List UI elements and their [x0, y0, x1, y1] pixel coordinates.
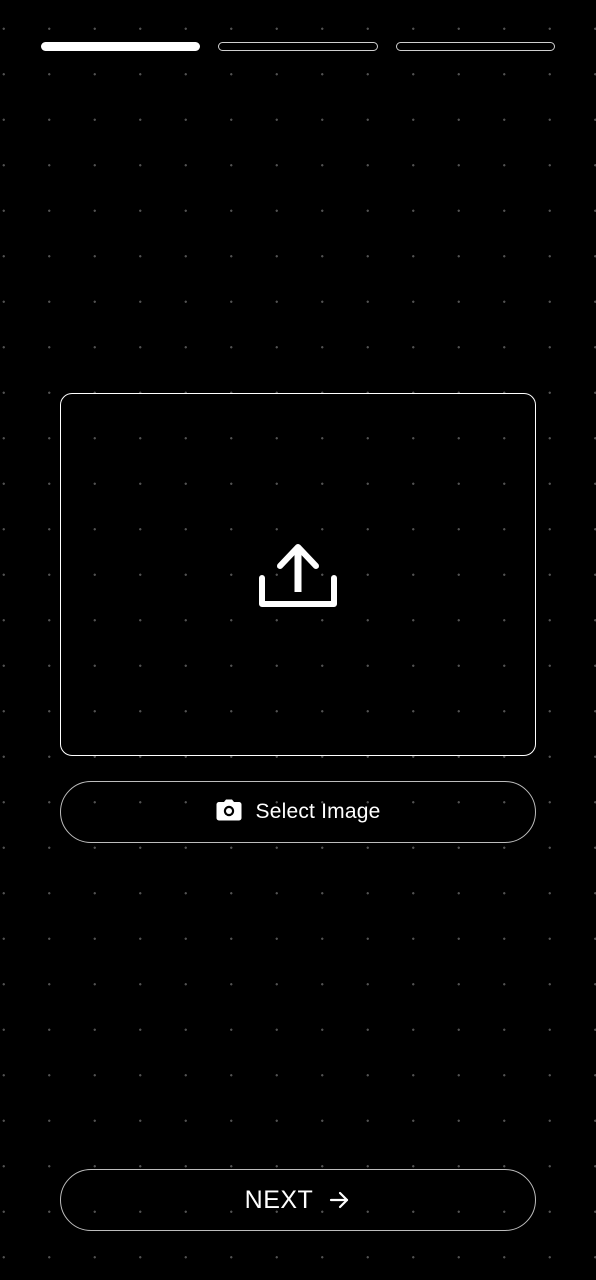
- progress-step-3: [395, 42, 555, 51]
- next-button[interactable]: NEXT: [60, 1169, 536, 1231]
- upload-icon: [259, 543, 337, 607]
- camera-icon: [216, 799, 242, 821]
- select-image-button[interactable]: Select Image: [60, 781, 536, 843]
- progress-step-2: [218, 42, 378, 51]
- select-image-label: Select Image: [255, 800, 381, 823]
- image-upload-area[interactable]: [60, 393, 536, 756]
- progress-indicator: [41, 42, 555, 53]
- next-button-label: NEXT: [244, 1185, 314, 1214]
- arrow-right-icon: [330, 1191, 349, 1209]
- progress-step-1: [41, 42, 201, 51]
